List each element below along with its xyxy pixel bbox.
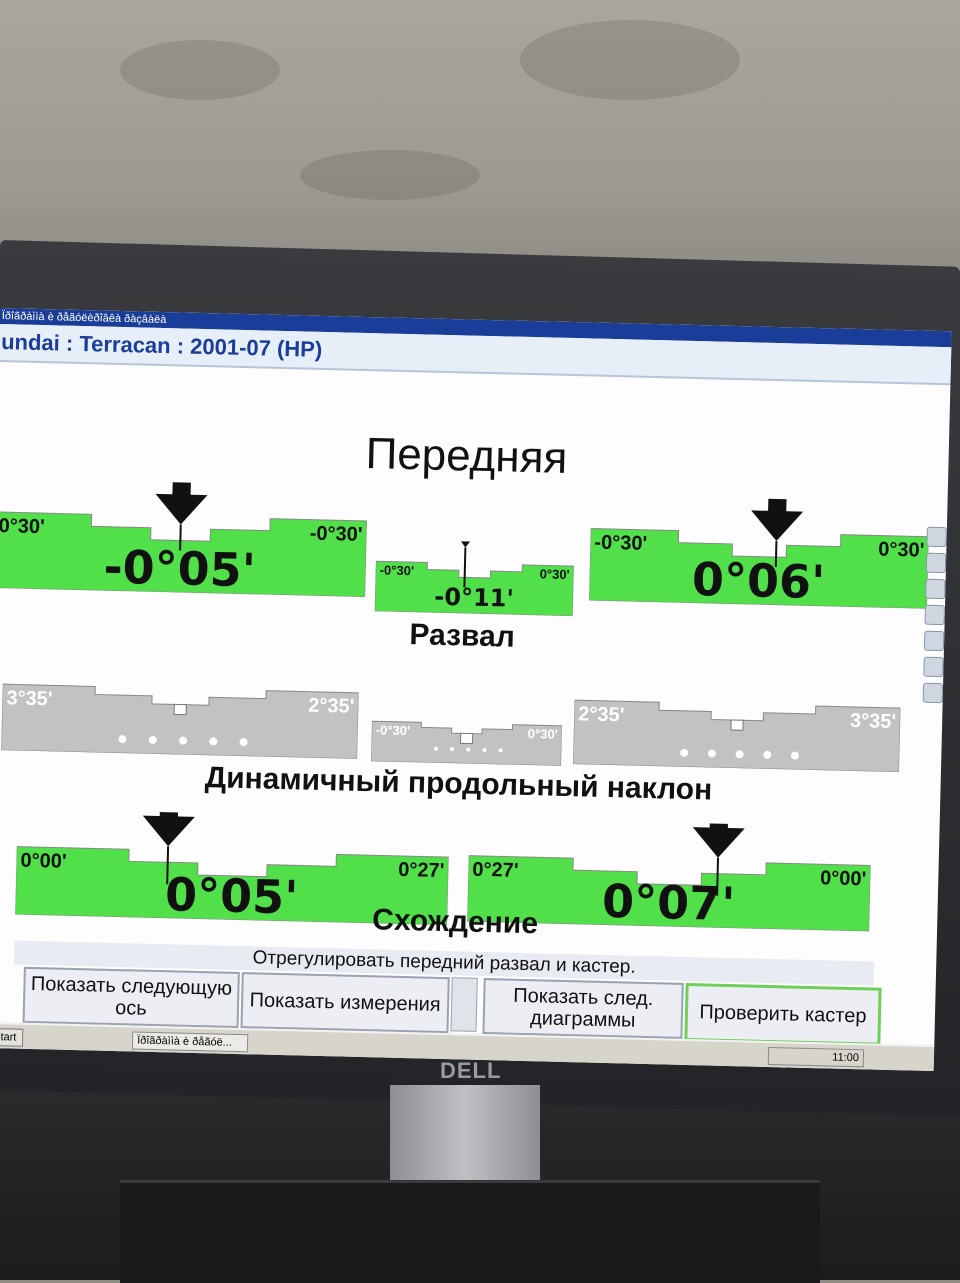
spec-icon[interactable] [924, 604, 946, 626]
range-high-label: 0°30' [540, 566, 570, 582]
camber-left-gauge[interactable]: 0°30' -0°30' -0°05' [0, 477, 368, 598]
range-low-label: -0°30' [380, 562, 415, 578]
measured-value: -0°05' [103, 540, 256, 597]
range-high-label: 0°30' [528, 726, 558, 742]
pointer-arrow [751, 510, 804, 542]
gauge-band [1, 683, 359, 759]
monitor-foot [120, 1180, 820, 1283]
range-low-label: 3°35' [6, 687, 53, 710]
target-notch [730, 719, 744, 731]
measured-value: 0°06' [691, 552, 825, 609]
pointer-line [463, 547, 467, 588]
steering-icon[interactable] [925, 578, 946, 600]
camber-right-gauge[interactable]: -0°30' 0°30' 0°06' [589, 494, 930, 609]
camber-label: Развал [409, 618, 516, 654]
range-low-label: 0°00' [20, 850, 67, 873]
range-low-label: -0°30' [594, 532, 647, 555]
caster-cross-gauge[interactable]: -0°30' 0°30' [371, 717, 563, 766]
clock: 11:00 [767, 1046, 865, 1068]
check-caster-button[interactable]: Проверить кастер [684, 982, 882, 1046]
measurements-button[interactable]: Показать измерения [240, 972, 450, 1034]
gauge-svg: -0°30' 0°30' [371, 720, 563, 766]
gauge-svg: 0°30' -0°30' -0°05' [0, 477, 368, 598]
pointer-shaft [159, 808, 179, 820]
camber-cross-gauge[interactable]: -0°30' 0°30' -0°11' [374, 539, 575, 617]
range-high-label: 2°35' [308, 695, 355, 718]
wheel-icon[interactable] [926, 526, 947, 548]
range-high-label: 0°00' [820, 867, 867, 890]
range-high-label: 0°27' [398, 859, 445, 882]
pointer-arrow [142, 815, 195, 847]
vehicle-icon[interactable] [925, 552, 947, 574]
pointer-arrow [453, 539, 478, 548]
globe-icon[interactable] [922, 682, 944, 704]
start-button[interactable]: Start [0, 1027, 24, 1047]
print-icon[interactable] [923, 656, 944, 678]
range-high-label: 3°35' [850, 710, 897, 733]
range-high-label: 0°30' [878, 539, 925, 562]
range-low-label: 2°35' [578, 703, 625, 726]
app-screen: Ïðîãðàììà è ðåãóëèðîâêà ðàçâàëà undai : … [0, 308, 952, 1072]
gauge-svg: 3°35' 2°35' [1, 683, 359, 759]
range-low-label: 0°30' [0, 515, 45, 538]
range-low-label: -0°30' [376, 722, 411, 738]
range-low-label: 0°27' [472, 859, 519, 882]
gauge-svg: -0°30' 0°30' 0°06' [589, 494, 930, 609]
range-high-label: -0°30' [310, 523, 363, 546]
caster-right-gauge[interactable]: 2°35' 3°35' [573, 694, 901, 773]
monitor-brand: DELL [440, 1058, 502, 1083]
taskbar-item[interactable]: Ïðîãðàììà è ðåãóë... [131, 1031, 249, 1053]
caster-left-gauge[interactable]: 3°35' 2°35' [1, 678, 359, 759]
pointer-shaft [172, 477, 192, 498]
measured-value: -0°11' [434, 583, 514, 613]
pointer-shaft [768, 494, 787, 515]
target-notch [173, 703, 187, 716]
next-axle-button[interactable]: Показать следующую ось [22, 966, 240, 1029]
scroll-bar[interactable] [450, 977, 478, 1032]
pointer-arrow [692, 827, 745, 858]
pointer-shaft [709, 817, 729, 831]
lift-icon[interactable] [923, 630, 945, 652]
target-notch [459, 732, 474, 745]
pointer-arrow [155, 493, 208, 525]
next-charts-button[interactable]: Показать след. диаграммы [482, 978, 684, 1039]
gauge-svg: 2°35' 3°35' [573, 699, 901, 773]
gauge-svg: -0°30' 0°30' -0°11' [374, 539, 575, 617]
monitor-stand [390, 1085, 540, 1195]
